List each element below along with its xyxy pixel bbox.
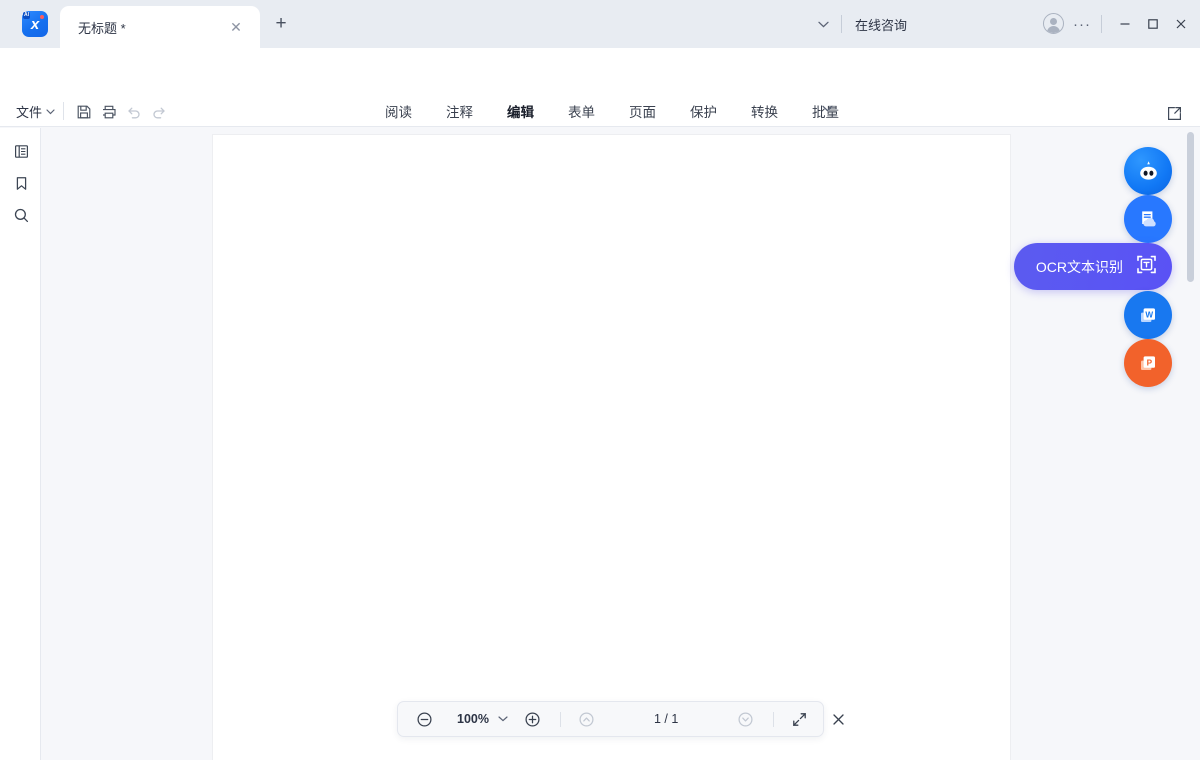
maximize-icon[interactable] <box>1141 13 1165 35</box>
logo-ai-badge: AI <box>23 12 30 19</box>
chevron-down-icon[interactable] <box>812 14 834 34</box>
file-menu-button[interactable]: 文件 <box>16 102 55 121</box>
svg-text:W: W <box>1145 310 1153 319</box>
ai-assistant-button[interactable] <box>1124 147 1172 195</box>
svg-text:P: P <box>1146 358 1152 367</box>
cloud-document-button[interactable] <box>1124 195 1172 243</box>
zoom-in-icon[interactable] <box>520 706 546 732</box>
minimize-icon[interactable] <box>1113 13 1137 35</box>
logo-dot-icon <box>40 15 44 19</box>
search-icon[interactable] <box>11 205 31 225</box>
zoombar-divider-1 <box>560 712 561 727</box>
ribbon-divider-1 <box>63 102 64 120</box>
document-workspace: OCR文本识别 W <box>41 128 1200 760</box>
main-tabs: 阅读 注释 编辑 表单 页面 保护 转换 批量 <box>368 100 856 126</box>
print-icon[interactable] <box>97 101 121 123</box>
pdf-page-canvas[interactable] <box>213 135 1010 760</box>
pdf-editor-window: AI x 无标题 * ✕ + 在线咨询 ··· <box>0 0 1200 760</box>
online-consult-link[interactable]: 在线咨询 <box>855 15 907 34</box>
convert-to-word-button[interactable]: W <box>1124 291 1172 339</box>
title-bar: AI x 无标题 * ✕ + 在线咨询 ··· <box>0 0 1200 48</box>
ppt-icon: P <box>1136 351 1161 376</box>
word-icon: W <box>1136 303 1161 328</box>
left-rail <box>0 128 41 760</box>
next-page-icon[interactable] <box>732 706 758 732</box>
avatar[interactable] <box>1043 13 1064 34</box>
tab-edit[interactable]: 编辑 <box>490 100 551 126</box>
zoombar-divider-2 <box>773 712 774 727</box>
titlebar-divider-2 <box>1101 15 1102 33</box>
zoom-out-icon[interactable] <box>411 706 437 732</box>
avatar-body-icon <box>1047 26 1060 34</box>
close-icon[interactable]: ✕ <box>228 19 244 35</box>
expand-external-icon[interactable] <box>1163 102 1185 124</box>
tab-convert[interactable]: 转换 <box>734 100 795 126</box>
close-zoombar-icon[interactable] <box>825 706 851 732</box>
convert-to-ppt-button[interactable]: P <box>1124 339 1172 387</box>
document-tab-label: 无标题 * <box>78 18 126 37</box>
avatar-head-icon <box>1050 18 1057 25</box>
document-tab[interactable]: 无标题 * ✕ <box>60 6 260 48</box>
ai-robot-icon <box>1135 158 1162 185</box>
bookmark-icon[interactable] <box>11 173 31 193</box>
titlebar-divider-1 <box>841 15 842 33</box>
more-options-icon[interactable]: ··· <box>1072 14 1092 34</box>
fullscreen-icon[interactable] <box>786 706 812 732</box>
ocr-scan-icon <box>1134 252 1159 282</box>
page-indicator[interactable]: 1 / 1 <box>654 712 678 726</box>
window-close-icon[interactable] <box>1169 13 1193 35</box>
redo-icon[interactable] <box>147 101 171 123</box>
tab-read[interactable]: 阅读 <box>368 100 429 126</box>
ocr-recognize-button[interactable]: OCR文本识别 <box>1014 243 1172 290</box>
chevron-down-icon <box>46 109 55 115</box>
cloud-doc-icon <box>1136 207 1161 232</box>
vertical-scrollbar[interactable] <box>1187 132 1194 282</box>
tab-annotate[interactable]: 注释 <box>429 100 490 126</box>
tab-page[interactable]: 页面 <box>612 100 673 126</box>
zoom-chevron-down-icon[interactable] <box>498 714 508 724</box>
save-icon[interactable] <box>72 101 96 123</box>
ocr-label: OCR文本识别 <box>1036 257 1123 277</box>
thumbnails-icon[interactable] <box>11 141 31 161</box>
tab-protect[interactable]: 保护 <box>673 100 734 126</box>
previous-page-icon[interactable] <box>574 706 600 732</box>
new-tab-button[interactable]: + <box>270 13 292 35</box>
undo-icon[interactable] <box>122 101 146 123</box>
zoom-level-value[interactable]: 100% <box>457 712 489 726</box>
file-menu-label: 文件 <box>16 102 42 121</box>
zoom-toolbar: 100% 1 / 1 <box>397 701 824 737</box>
tab-form[interactable]: 表单 <box>551 100 612 126</box>
tabs-more-chevron-down-icon[interactable] <box>822 104 833 115</box>
ribbon: 文件 阅读 注释 编辑 表单 <box>0 48 1200 127</box>
logo-swirl-icon: x <box>31 17 39 32</box>
app-logo: AI x <box>22 11 48 37</box>
